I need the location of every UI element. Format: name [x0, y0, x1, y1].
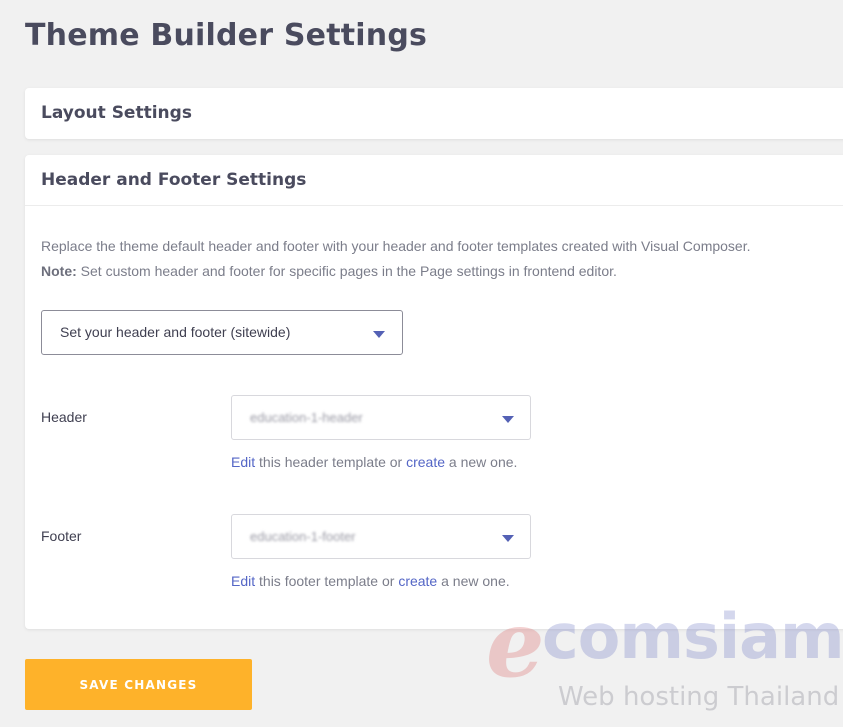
note-text: Set custom header and footer for specifi…: [76, 263, 617, 279]
create-footer-link[interactable]: create: [398, 573, 437, 589]
scope-select[interactable]: Set your header and footer (sitewide): [41, 310, 403, 355]
layout-settings-heading[interactable]: Layout Settings: [41, 103, 192, 123]
panel-divider: [25, 205, 843, 206]
layout-settings-panel[interactable]: Layout Settings: [25, 88, 843, 139]
panel-description: Replace the theme default header and foo…: [41, 234, 841, 284]
footer-help-text: Edit this footer template or create a ne…: [231, 573, 510, 589]
footer-template-select[interactable]: education-1-footer: [231, 514, 531, 559]
chevron-down-icon: [373, 331, 385, 338]
description-text: Replace the theme default header and foo…: [41, 238, 751, 254]
edit-header-link[interactable]: Edit: [231, 454, 255, 470]
header-template-value: education-1-header: [250, 410, 363, 425]
chevron-down-icon: [502, 416, 514, 423]
footer-help-mid: this footer template or: [255, 573, 399, 589]
note-line: Note: Set custom header and footer for s…: [41, 259, 841, 284]
footer-template-value: education-1-footer: [250, 529, 356, 544]
chevron-down-icon: [502, 535, 514, 542]
header-footer-settings-heading[interactable]: Header and Footer Settings: [41, 170, 306, 190]
edit-footer-link[interactable]: Edit: [231, 573, 255, 589]
page-title: Theme Builder Settings: [25, 18, 428, 53]
watermark-tagline: Web hosting Thailand: [558, 682, 840, 712]
header-footer-settings-panel: Header and Footer Settings Replace the t…: [25, 155, 843, 629]
scope-select-value: Set your header and footer (sitewide): [60, 324, 291, 340]
header-help-mid: this header template or: [255, 454, 407, 470]
header-template-select[interactable]: education-1-header: [231, 395, 531, 440]
footer-label: Footer: [41, 528, 82, 544]
footer-help-end: a new one.: [437, 573, 510, 589]
save-changes-button[interactable]: SAVE CHANGES: [25, 659, 252, 710]
header-label: Header: [41, 409, 87, 425]
header-help-text: Edit this header template or create a ne…: [231, 454, 517, 470]
header-help-end: a new one.: [445, 454, 518, 470]
create-header-link[interactable]: create: [406, 454, 445, 470]
note-label: Note:: [41, 263, 77, 279]
